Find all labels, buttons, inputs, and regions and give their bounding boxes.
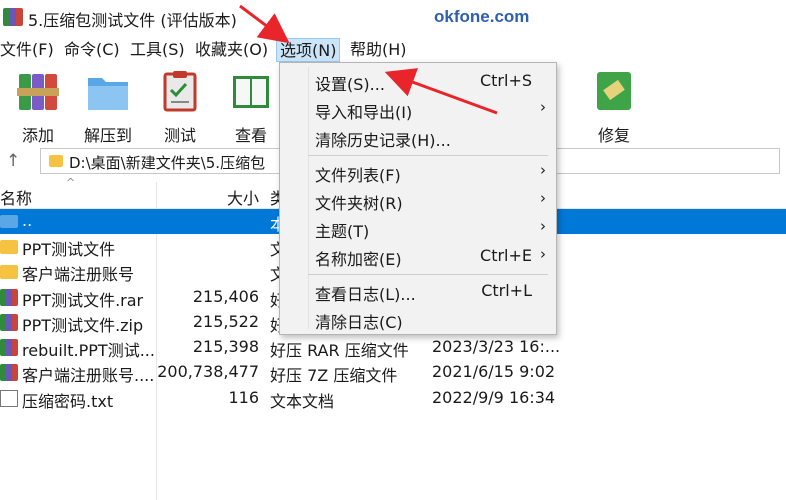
- menu-item-label: 文件夹树(R): [315, 194, 403, 213]
- test-label: 测试: [163, 126, 196, 145]
- menu-item-clear-history[interactable]: 清除历史记录(H)...: [280, 123, 556, 151]
- menu-item-label: 查看日志(L)...: [315, 285, 416, 304]
- menu-item-import-export[interactable]: 导入和导出(I) ›: [280, 95, 556, 123]
- column-name[interactable]: 名称: [0, 185, 32, 209]
- parent-folder-icon: [0, 215, 18, 228]
- file-size: 116: [228, 388, 259, 407]
- folder-icon: [49, 155, 63, 167]
- menu-bar: 文件(F) 命令(C) 工具(S) 收藏夹(O) 选项(N) 帮助(H): [0, 38, 786, 62]
- file-type: 文本文档: [270, 392, 335, 411]
- menu-separator: [308, 274, 548, 275]
- rar-archive-icon: [0, 289, 18, 306]
- table-row[interactable]: 客户端注册账号.... 200,738,477 好压 7Z 压缩文件 2021/…: [0, 360, 786, 385]
- title-bar: 5.压缩包测试文件 (评估版本) okfone.com: [0, 0, 786, 34]
- extract-to-button[interactable]: 解压到: [76, 68, 140, 146]
- file-name: 客户端注册账号....: [22, 366, 155, 385]
- winrar-app-icon: [3, 8, 23, 26]
- menu-tools[interactable]: 工具(S): [130, 38, 185, 62]
- file-date: 2022/9/9 16:34: [432, 388, 556, 407]
- file-name: PPT测试文件.zip: [22, 316, 144, 335]
- file-size: 215,398: [192, 337, 259, 356]
- menu-item-folder-tree[interactable]: 文件夹树(R) ›: [280, 186, 556, 214]
- options-dropdown-menu: 设置(S)... Ctrl+S 导入和导出(I) › 清除历史记录(H)... …: [279, 62, 557, 335]
- repair-button[interactable]: 修复: [582, 68, 646, 146]
- menu-item-label: 文件列表(F): [315, 166, 401, 185]
- submenu-arrow-icon: ›: [540, 245, 546, 263]
- view-book-icon: [228, 68, 274, 114]
- sort-caret-icon: ^: [66, 176, 76, 189]
- file-size: 215,522: [192, 312, 259, 331]
- file-date: 2023/3/23 16:...: [432, 337, 561, 356]
- text-file-icon: [0, 390, 18, 407]
- file-name: PPT测试文件: [22, 240, 116, 259]
- submenu-arrow-icon: ›: [540, 189, 546, 207]
- menu-item-name-encryption[interactable]: 名称加密(E) Ctrl+E ›: [280, 242, 556, 270]
- file-type: 好压 7Z 压缩文件: [270, 366, 398, 385]
- submenu-arrow-icon: ›: [540, 217, 546, 235]
- table-row[interactable]: rebuilt.PPT测试... 215,398 好压 RAR 压缩文件 202…: [0, 335, 786, 360]
- menu-item-label: 清除历史记录(H)...: [315, 131, 451, 150]
- menu-item-label: 名称加密(E): [315, 250, 402, 269]
- file-name: 压缩密码.txt: [22, 392, 114, 411]
- menu-item-settings[interactable]: 设置(S)... Ctrl+S: [280, 67, 556, 95]
- menu-item-shortcut: Ctrl+S: [479, 71, 532, 90]
- view-button[interactable]: 查看: [219, 68, 283, 146]
- menu-item-shortcut: Ctrl+E: [480, 246, 532, 265]
- menu-item-label: 清除日志(C): [315, 313, 403, 332]
- view-label: 查看: [234, 126, 267, 145]
- menu-item-label: 导入和导出(I): [315, 103, 413, 122]
- submenu-arrow-icon: ›: [540, 161, 546, 179]
- folder-icon: [0, 265, 18, 279]
- menu-item-label: 主题(T): [315, 222, 370, 241]
- add-archive-icon: [15, 68, 61, 114]
- watermark-text: okfone.com: [434, 7, 530, 26]
- repair-label: 修复: [597, 126, 630, 145]
- menu-item-shortcut: Ctrl+L: [481, 281, 532, 300]
- test-clipboard-icon: [157, 68, 203, 114]
- file-type: 好压 RAR 压缩文件: [270, 341, 409, 360]
- test-button[interactable]: 测试: [148, 68, 212, 146]
- file-name: 客户端注册账号: [22, 265, 135, 284]
- file-size: 215,406: [192, 287, 259, 306]
- rar-archive-icon: [0, 364, 18, 381]
- add-label: 添加: [21, 126, 54, 145]
- file-name: rebuilt.PPT测试...: [22, 341, 155, 360]
- menu-item-theme[interactable]: 主题(T) ›: [280, 214, 556, 242]
- menu-item-clear-log[interactable]: 清除日志(C): [280, 305, 556, 333]
- menu-item-file-list[interactable]: 文件列表(F) ›: [280, 158, 556, 186]
- extract-folder-icon: [85, 68, 131, 114]
- file-size: 200,738,477: [157, 362, 259, 381]
- menu-help[interactable]: 帮助(H): [350, 38, 407, 62]
- rar-archive-icon: [0, 339, 18, 356]
- rar-archive-icon: [0, 314, 18, 331]
- menu-favorites[interactable]: 收藏夹(O): [195, 38, 268, 62]
- menu-item-view-log[interactable]: 查看日志(L)... Ctrl+L: [280, 277, 556, 305]
- column-size[interactable]: 大小: [227, 185, 259, 209]
- window-title: 5.压缩包测试文件 (评估版本): [28, 11, 237, 30]
- repair-kit-icon: [591, 68, 637, 114]
- menu-options[interactable]: 选项(N): [276, 38, 341, 62]
- file-name: PPT测试文件.rar: [22, 291, 144, 310]
- file-date: 2021/6/15 9:02: [432, 362, 556, 381]
- file-name: ..: [22, 211, 33, 230]
- menu-commands[interactable]: 命令(C): [64, 38, 120, 62]
- folder-icon: [0, 240, 18, 254]
- menu-file[interactable]: 文件(F): [0, 38, 54, 62]
- extract-to-label: 解压到: [83, 126, 132, 145]
- path-text: D:\桌面\新建文件夹\5.压缩包: [69, 154, 266, 172]
- up-arrow-icon[interactable]: ↑: [6, 151, 20, 171]
- table-row[interactable]: 压缩密码.txt 116 文本文档 2022/9/9 16:34: [0, 386, 786, 411]
- add-button[interactable]: 添加: [6, 68, 70, 146]
- menu-item-label: 设置(S)...: [315, 75, 385, 94]
- menu-separator: [308, 155, 548, 156]
- submenu-arrow-icon: ›: [540, 98, 546, 116]
